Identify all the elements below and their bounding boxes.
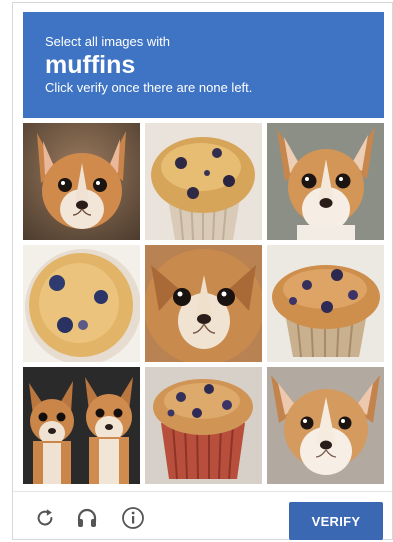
chihuahua-image	[267, 367, 384, 484]
captcha-footer: VERIFY	[13, 492, 392, 540]
image-tile[interactable]	[267, 367, 384, 484]
image-grid	[23, 123, 384, 485]
instruction-header: Select all images with muffins Click ver…	[23, 12, 384, 118]
info-icon[interactable]	[121, 506, 145, 530]
image-tile[interactable]	[23, 245, 140, 362]
chihuahua-image	[267, 123, 384, 240]
instruction-subtext: Click verify once there are none left.	[45, 80, 253, 95]
image-tile[interactable]	[23, 123, 140, 240]
chihuahua-image	[145, 245, 262, 362]
image-tile[interactable]	[267, 123, 384, 240]
muffin-image	[145, 367, 262, 484]
image-tile[interactable]	[145, 123, 262, 240]
muffin-image	[23, 245, 140, 362]
instruction-text: Select all images with	[45, 34, 170, 49]
image-tile[interactable]	[23, 367, 140, 484]
target-word: muffins	[45, 51, 136, 79]
verify-button[interactable]: VERIFY	[289, 502, 383, 540]
image-tile[interactable]	[145, 245, 262, 362]
reload-icon[interactable]	[33, 506, 57, 530]
chihuahuas-image	[23, 367, 140, 484]
image-tile[interactable]	[145, 367, 262, 484]
headphones-icon[interactable]	[75, 506, 99, 530]
image-tile[interactable]	[267, 245, 384, 362]
muffin-image	[267, 245, 384, 362]
captcha-widget: Select all images with muffins Click ver…	[12, 2, 393, 540]
muffin-image	[145, 123, 262, 240]
chihuahua-image	[23, 123, 140, 240]
